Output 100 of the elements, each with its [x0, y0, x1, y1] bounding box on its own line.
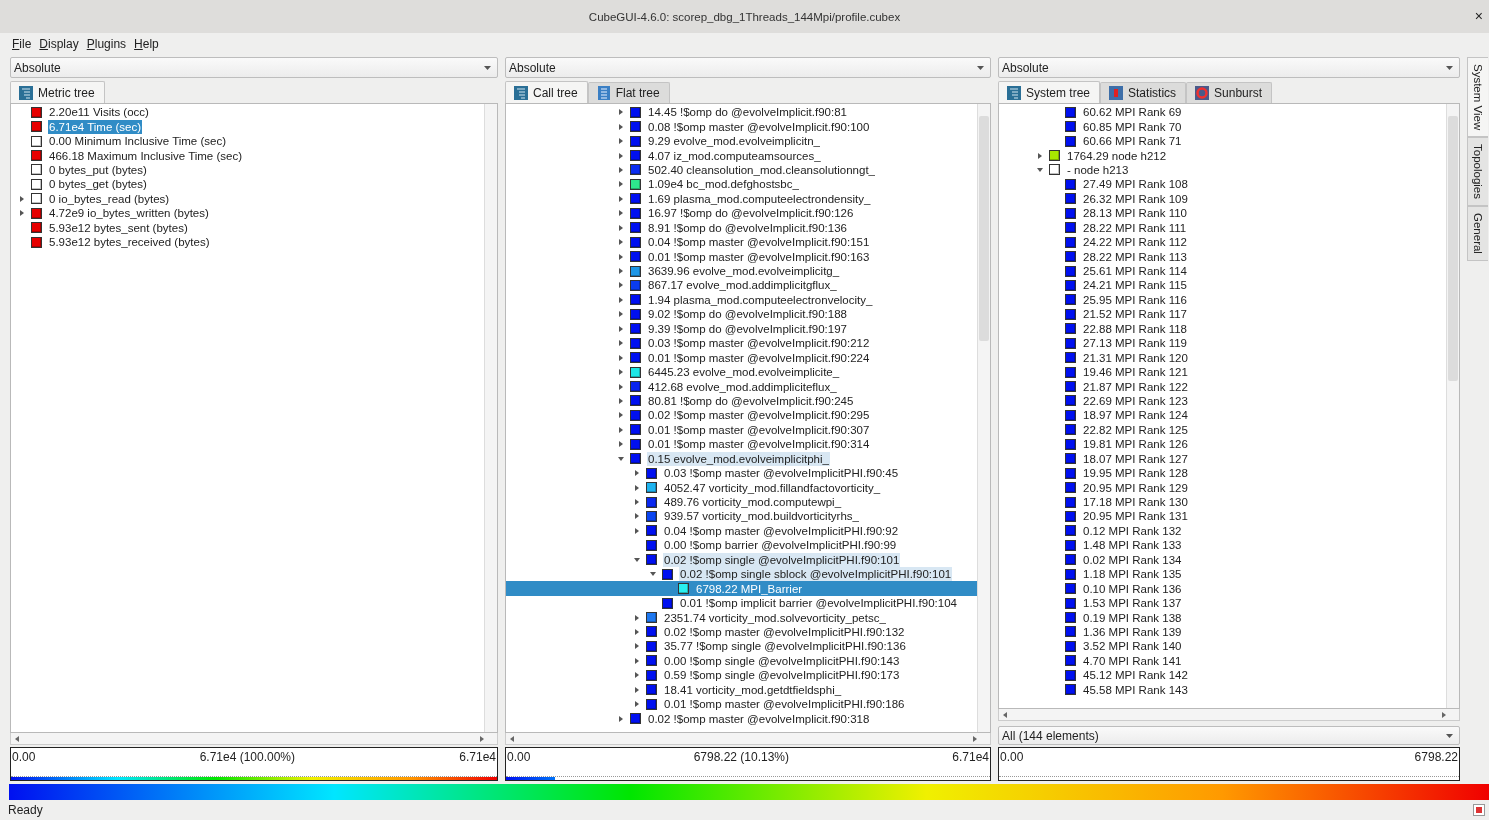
- menu-item[interactable]: Help: [134, 37, 159, 51]
- expand-arrow-icon[interactable]: [618, 109, 624, 116]
- scroll-left-icon[interactable]: [1002, 711, 1008, 718]
- tree-row[interactable]: 6798.22 MPI_Barrier: [506, 581, 977, 596]
- tree-row[interactable]: 21.52 MPI Rank 117: [999, 307, 1446, 322]
- tree-row[interactable]: 25.61 MPI Rank 114: [999, 263, 1446, 279]
- tree-row[interactable]: 0 bytes_put (bytes): [11, 162, 484, 178]
- expand-arrow-icon[interactable]: [618, 325, 624, 332]
- expand-arrow-icon[interactable]: [634, 470, 640, 477]
- tree-row[interactable]: 1.69 plasma_mod.computeelectrondensity_: [506, 191, 977, 207]
- tree-row[interactable]: 80.81 !$omp do @evolveImplicit.f90:245: [506, 393, 977, 409]
- vertical-scrollbar[interactable]: [1446, 104, 1459, 708]
- tree-row[interactable]: 0.04 !$omp master @evolveImplicitPHI.f90:92: [506, 523, 977, 539]
- expand-arrow-icon[interactable]: [618, 210, 624, 217]
- expand-arrow-icon[interactable]: [618, 152, 624, 159]
- tree-row[interactable]: 9.02 !$omp do @evolveImplicit.f90:188: [506, 307, 977, 322]
- tree-row[interactable]: 19.46 MPI Rank 121: [999, 364, 1446, 380]
- scroll-left-icon[interactable]: [14, 735, 20, 742]
- tree-row[interactable]: 4052.47 vorticity_mod.fillandfactovorticity_: [506, 480, 977, 495]
- metric-mode-dropdown[interactable]: Absolute: [10, 57, 498, 78]
- tree-row[interactable]: 1.94 plasma_mod.computeelectronvelocity_: [506, 292, 977, 308]
- expand-arrow-icon[interactable]: [634, 672, 640, 679]
- tree-row[interactable]: 18.07 MPI Rank 127: [999, 451, 1446, 466]
- tree-row[interactable]: 20.95 MPI Rank 129: [999, 480, 1446, 495]
- expand-arrow-icon[interactable]: [634, 657, 640, 664]
- vertical-scrollbar[interactable]: [484, 104, 497, 732]
- expand-arrow-icon[interactable]: [618, 354, 624, 361]
- collapse-arrow-icon[interactable]: [618, 455, 624, 462]
- tree-row[interactable]: 27.13 MPI Rank 119: [999, 336, 1446, 351]
- vertical-scrollbar[interactable]: [977, 104, 990, 732]
- tree-row[interactable]: 0.15 evolve_mod.evolveimplicitphi_: [506, 451, 977, 466]
- tab[interactable]: Statistics: [1100, 82, 1187, 103]
- tab[interactable]: Call tree: [505, 81, 588, 103]
- tree-row[interactable]: 35.77 !$omp single @evolveImplicitPHI.f90:136: [506, 639, 977, 654]
- tree-row[interactable]: 4.72e9 io_bytes_written (bytes): [11, 206, 484, 221]
- expand-arrow-icon[interactable]: [634, 628, 640, 635]
- expand-arrow-icon[interactable]: [618, 224, 624, 231]
- tree-row[interactable]: 0.01 !$omp master @evolveImplicit.f90:163: [506, 249, 977, 264]
- expand-arrow-icon[interactable]: [618, 239, 624, 246]
- side-tab[interactable]: Topologies: [1467, 137, 1488, 207]
- expand-arrow-icon[interactable]: [618, 138, 624, 145]
- tree-row[interactable]: 16.97 !$omp do @evolveImplicit.f90:126: [506, 206, 977, 221]
- expand-arrow-icon[interactable]: [618, 166, 624, 173]
- tree-row[interactable]: 4.70 MPI Rank 141: [999, 653, 1446, 669]
- menu-item[interactable]: File: [12, 37, 32, 51]
- tree-row[interactable]: 3639.96 evolve_mod.evolveimplicitg_: [506, 263, 977, 279]
- tree-row[interactable]: 0.02 !$omp master @evolveImplicit.f90:318: [506, 711, 977, 726]
- tree-row[interactable]: 21.87 MPI Rank 122: [999, 379, 1446, 394]
- tree-row[interactable]: 28.13 MPI Rank 110: [999, 206, 1446, 221]
- tree-row[interactable]: 9.29 evolve_mod.evolveimplicitn_: [506, 133, 977, 149]
- expand-arrow-icon[interactable]: [618, 123, 624, 130]
- tree-row[interactable]: 5.93e12 bytes_sent (bytes): [11, 220, 484, 235]
- tree-row[interactable]: 22.88 MPI Rank 118: [999, 321, 1446, 336]
- collapse-arrow-icon[interactable]: [634, 556, 640, 563]
- tab[interactable]: Metric tree: [10, 81, 105, 103]
- tree-row[interactable]: 60.66 MPI Rank 71: [999, 133, 1446, 149]
- expand-arrow-icon[interactable]: [618, 282, 624, 289]
- tree-row[interactable]: 0.01 !$omp master @evolveImplicitPHI.f90:186: [506, 696, 977, 712]
- scroll-right-icon[interactable]: [972, 735, 978, 742]
- tree-row[interactable]: 1.09e4 bc_mod.defghostsbc_: [506, 177, 977, 192]
- tree-row[interactable]: 0.00 !$omp single @evolveImplicitPHI.f90:143: [506, 653, 977, 669]
- expand-arrow-icon[interactable]: [618, 383, 624, 390]
- tree-row[interactable]: 867.17 evolve_mod.addimplicitgflux_: [506, 278, 977, 293]
- tree-row[interactable]: 27.49 MPI Rank 108: [999, 177, 1446, 192]
- expand-arrow-icon[interactable]: [618, 253, 624, 260]
- scroll-right-icon[interactable]: [1441, 711, 1447, 718]
- menu-item[interactable]: Plugins: [86, 37, 127, 51]
- tree-row[interactable]: 14.45 !$omp do @evolveImplicit.f90:81: [506, 105, 977, 120]
- tree-row[interactable]: 45.58 MPI Rank 143: [999, 682, 1446, 697]
- tree-row[interactable]: 0.02 !$omp master @evolveImplicitPHI.f90:132: [506, 624, 977, 640]
- expand-arrow-icon[interactable]: [618, 296, 624, 303]
- tree-row[interactable]: 3.52 MPI Rank 140: [999, 639, 1446, 654]
- tree-row[interactable]: 502.40 cleansolution_mod.cleansolutionngt_: [506, 162, 977, 178]
- tree-row[interactable]: 21.31 MPI Rank 120: [999, 350, 1446, 365]
- tree-row[interactable]: 2351.74 vorticity_mod.solvevorticity_petsc_: [506, 610, 977, 625]
- tree-row[interactable]: 28.22 MPI Rank 113: [999, 249, 1446, 264]
- tab[interactable]: Flat tree: [587, 82, 670, 103]
- tree-row[interactable]: 0.01 !$omp master @evolveImplicit.f90:224: [506, 350, 977, 365]
- expand-arrow-icon[interactable]: [618, 441, 624, 448]
- tab[interactable]: Sunburst: [1186, 82, 1273, 103]
- tree-row[interactable]: 466.18 Maximum Inclusive Time (sec): [11, 148, 484, 163]
- tree-row[interactable]: 0.01 !$omp master @evolveImplicit.f90:314: [506, 437, 977, 452]
- tree-row[interactable]: 412.68 evolve_mod.addimpliciteflux_: [506, 379, 977, 394]
- tree-row[interactable]: 5.93e12 bytes_received (bytes): [11, 234, 484, 250]
- tree-row[interactable]: 20.95 MPI Rank 131: [999, 509, 1446, 524]
- tree-row[interactable]: 489.76 vorticity_mod.computewpi_: [506, 494, 977, 510]
- tree-row[interactable]: 0.03 !$omp master @evolveImplicitPHI.f90:45: [506, 465, 977, 481]
- filter-dropdown[interactable]: All (144 elements): [998, 726, 1460, 745]
- expand-arrow-icon[interactable]: [618, 340, 624, 347]
- tree-row[interactable]: 22.69 MPI Rank 123: [999, 393, 1446, 409]
- expand-arrow-icon[interactable]: [618, 195, 624, 202]
- close-button[interactable]: ×: [1470, 8, 1487, 24]
- expand-arrow-icon[interactable]: [634, 614, 640, 621]
- horizontal-scrollbar[interactable]: [10, 733, 498, 745]
- tree-row[interactable]: 0.01 !$omp implicit barrier @evolveImplicitPHI.f90:104: [506, 595, 977, 611]
- tree-row[interactable]: 939.57 vorticity_mod.buildvorticityrhs_: [506, 509, 977, 524]
- expand-arrow-icon[interactable]: [634, 513, 640, 520]
- tree-row[interactable]: 6445.23 evolve_mod.evolveimplicite_: [506, 364, 977, 380]
- tree-row[interactable]: 1.53 MPI Rank 137: [999, 595, 1446, 611]
- tree-row[interactable]: 1.18 MPI Rank 135: [999, 567, 1446, 582]
